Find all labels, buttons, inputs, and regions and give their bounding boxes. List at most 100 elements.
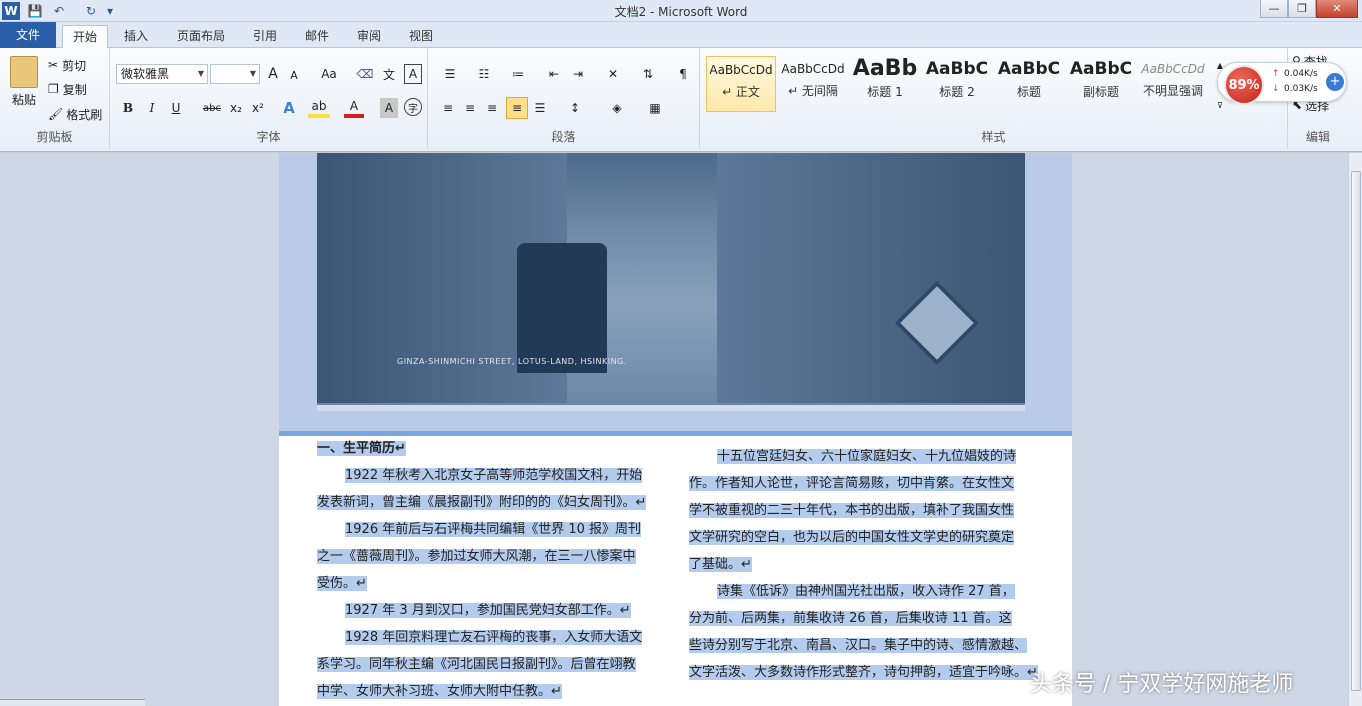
window-title: 文档2 - Microsoft Word bbox=[614, 5, 748, 19]
align-center-icon[interactable]: ≡ bbox=[460, 98, 480, 118]
change-case-button[interactable]: Aa bbox=[316, 64, 342, 84]
style-subtle-emphasis[interactable]: AaBbCcDd 不明显强调 bbox=[1138, 56, 1208, 112]
vertical-scrollbar[interactable] bbox=[1348, 153, 1362, 706]
bold-button[interactable]: B bbox=[118, 98, 138, 118]
paste-button[interactable]: 粘贴 bbox=[6, 90, 42, 108]
left-column[interactable]: 一、生平简历↵ 1922 年秋考入北京女子高等师范学校国文科，开始 发表新词，曾… bbox=[317, 435, 662, 705]
styles-more-icon[interactable]: ⊽ bbox=[1214, 96, 1226, 114]
clear-formatting-icon[interactable]: ⌫ bbox=[356, 64, 374, 84]
paragraph-line[interactable]: 受伤。↵ bbox=[317, 570, 662, 597]
shading-icon[interactable]: ◈ bbox=[604, 98, 630, 118]
paste-icon[interactable] bbox=[10, 56, 38, 88]
tab-view[interactable]: 视图 bbox=[402, 25, 440, 47]
font-color-icon[interactable]: A bbox=[344, 98, 364, 118]
tab-mailings[interactable]: 邮件 bbox=[298, 25, 336, 47]
paragraph-line[interactable]: 1928 年回京料理亡友石评梅的丧事，入女师大语文 bbox=[317, 624, 662, 651]
sort-icon[interactable]: ⇅ bbox=[638, 64, 658, 84]
document-page[interactable]: GINZA-SHINMICHI STREET, LOTUS-LAND, HSIN… bbox=[279, 153, 1072, 706]
right-column[interactable]: 十五位宫廷妇女、六十位家庭妇女、十九位娼妓的诗 作。作者知人论世，评论言简易赅，… bbox=[689, 443, 1039, 686]
add-icon[interactable]: + bbox=[1326, 73, 1344, 91]
paragraph-group: ☰ ☷ ≔ ⇤ ⇥ ✕ ⇅ ¶ ≡ ≡ ≡ ≡ ☰ ↕ ◈ ▦ 段落 bbox=[428, 48, 700, 148]
underline-button[interactable]: U bbox=[166, 98, 186, 118]
character-border-icon[interactable]: A bbox=[404, 64, 422, 84]
paragraph-line[interactable]: 1926 年前后与石评梅共同编辑《世界 10 报》周刊 bbox=[317, 516, 662, 543]
subscript-button[interactable]: x₂ bbox=[226, 98, 246, 118]
paragraph-line[interactable]: 中学、女师大补习班、女师大附中任教。↵ bbox=[317, 678, 662, 705]
paragraph-line[interactable]: 1922 年秋考入北京女子高等师范学校国文科，开始 bbox=[317, 462, 662, 489]
strikethrough-button[interactable]: abc bbox=[200, 98, 224, 118]
network-speed-widget[interactable]: 89% ↑ 0.04K/s ↓ 0.03K/s + bbox=[1217, 62, 1347, 105]
paragraph-line[interactable]: 1927 年 3 月到汉口，参加国民党妇女部工作。↵ bbox=[317, 597, 662, 624]
styles-group: AaBbCcDd ↵ 正文 AaBbCcDd ↵ 无间隔 AaBb 标题 1 A… bbox=[700, 48, 1288, 148]
paragraph-line[interactable]: 之一《蔷薇周刊》。参加过女师大风潮，在三一八惨案中 bbox=[317, 543, 662, 570]
character-shading-icon[interactable]: A bbox=[380, 98, 398, 118]
cut-button[interactable]: ✂ 剪切 bbox=[48, 56, 104, 74]
numbering-icon[interactable]: ☷ bbox=[472, 64, 496, 84]
photo-caption: GINZA-SHINMICHI STREET, LOTUS-LAND, HSIN… bbox=[397, 357, 627, 366]
tab-file[interactable]: 文件 bbox=[0, 22, 56, 48]
style-no-spacing[interactable]: AaBbCcDd ↵ 无间隔 bbox=[778, 56, 848, 112]
multilevel-list-icon[interactable]: ≔ bbox=[506, 64, 530, 84]
show-marks-icon[interactable]: ¶ bbox=[674, 64, 692, 84]
paragraph-line[interactable]: 文字活泼、大多数诗作形式整齐，诗句押韵，适宜于吟咏。↵ bbox=[689, 659, 1039, 686]
scrollbar-thumb[interactable] bbox=[1351, 171, 1361, 691]
maximize-button[interactable]: ❐ bbox=[1288, 0, 1316, 18]
align-right-icon[interactable]: ≡ bbox=[482, 98, 502, 118]
increase-indent-icon[interactable]: ⇥ bbox=[568, 64, 588, 84]
line-spacing-icon[interactable]: ↕ bbox=[562, 98, 588, 118]
style-subtitle[interactable]: AaBbC 副标题 bbox=[1066, 56, 1136, 112]
superscript-button[interactable]: x² bbox=[248, 98, 268, 118]
distributed-icon[interactable]: ☰ bbox=[530, 98, 550, 118]
style-normal[interactable]: AaBbCcDd ↵ 正文 bbox=[706, 56, 776, 112]
tab-review[interactable]: 审阅 bbox=[350, 25, 388, 47]
paragraph-line[interactable]: 发表新词，曾主编《晨报副刊》附印的的《妇女周刊》。↵ bbox=[317, 489, 662, 516]
street-photo[interactable]: GINZA-SHINMICHI STREET, LOTUS-LAND, HSIN… bbox=[317, 153, 1025, 411]
grow-font-button[interactable]: A bbox=[264, 64, 282, 84]
tab-insert[interactable]: 插入 bbox=[116, 25, 156, 47]
style-title[interactable]: AaBbC 标题 bbox=[994, 56, 1064, 112]
bullets-icon[interactable]: ☰ bbox=[438, 64, 462, 84]
highlight-color-icon[interactable]: ab bbox=[308, 98, 330, 118]
paragraph-line[interactable]: 些诗分别写于北京、南昌、汉口。集子中的诗、感情激越、 bbox=[689, 632, 1039, 659]
phonetic-guide-icon[interactable]: 文 bbox=[380, 64, 398, 84]
text-effects-icon[interactable]: A bbox=[278, 98, 300, 118]
copy-button[interactable]: ❐ 复制 bbox=[48, 80, 104, 98]
font-size-combo[interactable]: ▼ bbox=[210, 64, 260, 84]
shrink-font-button[interactable]: A bbox=[286, 66, 302, 84]
paragraph-line[interactable]: 诗集《低诉》由神州国光社出版，收入诗作 27 首， bbox=[689, 578, 1039, 605]
chinese-layout-icon[interactable]: ✕ bbox=[600, 64, 626, 84]
tab-references[interactable]: 引用 bbox=[246, 25, 284, 47]
paragraph-line[interactable]: 了基础。↵ bbox=[689, 551, 1039, 578]
align-left-icon[interactable]: ≡ bbox=[438, 98, 458, 118]
chevron-down-icon: ▼ bbox=[249, 69, 256, 78]
scissors-icon: ✂ bbox=[48, 58, 59, 72]
tab-page-layout[interactable]: 页面布局 bbox=[170, 25, 232, 47]
font-group: 微软雅黑 ▼ ▼ A A Aa ⌫ 文 A B I U abc x₂ x² A a… bbox=[110, 48, 428, 148]
style-heading-1[interactable]: AaBb 标题 1 bbox=[850, 56, 920, 112]
enclose-characters-icon[interactable]: 字 bbox=[404, 98, 422, 116]
tab-home[interactable]: 开始 bbox=[62, 25, 108, 49]
selected-photo-region[interactable]: GINZA-SHINMICHI STREET, LOTUS-LAND, HSIN… bbox=[279, 153, 1072, 433]
paragraph-line[interactable]: 系学习。同年秋主编《河北国民日报副刊》。后曾在翊教 bbox=[317, 651, 662, 678]
rickshaw-figure bbox=[517, 243, 607, 373]
format-painter-button[interactable]: 🖌 格式刷 bbox=[48, 105, 106, 123]
decrease-indent-icon[interactable]: ⇤ bbox=[544, 64, 564, 84]
justify-icon[interactable]: ≡ bbox=[506, 97, 528, 119]
view-buttons[interactable] bbox=[0, 699, 145, 706]
paragraph-line[interactable]: 作。作者知人论世，评论言简易赅，切中肯綮。在女性文 bbox=[689, 470, 1039, 497]
paragraph-line[interactable]: 文学研究的空白，也为以后的中国女性文学史的研究奠定 bbox=[689, 524, 1039, 551]
paragraph-line[interactable]: 十五位宫廷妇女、六十位家庭妇女、十九位娼妓的诗 bbox=[689, 443, 1039, 470]
style-heading-2[interactable]: AaBbC 标题 2 bbox=[922, 56, 992, 112]
cpu-usage-badge[interactable]: 89% bbox=[1224, 65, 1264, 105]
close-button[interactable]: ✕ bbox=[1316, 0, 1358, 18]
paragraph-line[interactable]: 学不被重视的二三十年代，本书的出版，填补了我国女性 bbox=[689, 497, 1039, 524]
minimize-button[interactable]: — bbox=[1260, 0, 1288, 18]
font-name-combo[interactable]: 微软雅黑 ▼ bbox=[116, 64, 208, 84]
paragraph-line[interactable]: 分为前、后两集，前集收诗 26 首，后集收诗 11 首。这 bbox=[689, 605, 1039, 632]
document-area[interactable]: GINZA-SHINMICHI STREET, LOTUS-LAND, HSIN… bbox=[0, 153, 1348, 706]
italic-button[interactable]: I bbox=[142, 98, 162, 118]
brush-icon: 🖌 bbox=[48, 107, 64, 121]
clipboard-group: 粘贴 ✂ 剪切 ❐ 复制 🖌 格式刷 剪贴板 bbox=[0, 48, 110, 148]
borders-icon[interactable]: ▦ bbox=[642, 98, 668, 118]
section-heading[interactable]: 一、生平简历↵ bbox=[317, 435, 662, 462]
